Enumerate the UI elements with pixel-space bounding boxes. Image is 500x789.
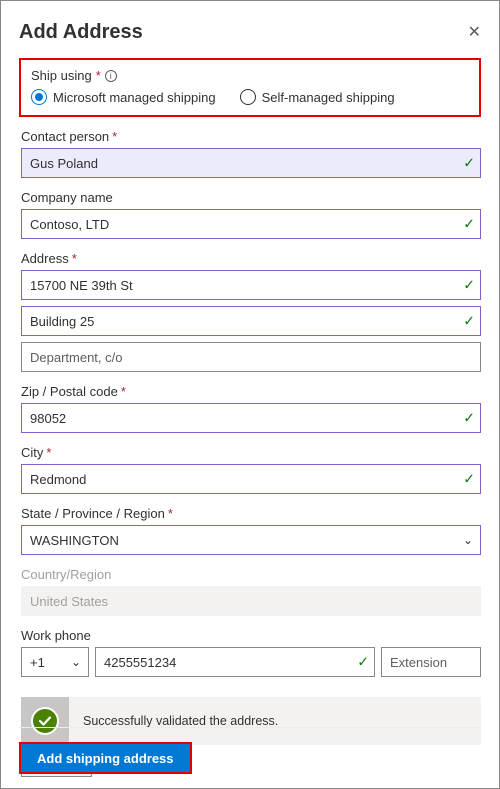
address-line1-input[interactable] [21,270,481,300]
work-phone-label: Work phone [21,628,481,643]
ship-using-label: Ship using [31,68,92,83]
close-icon[interactable]: ✕ [468,25,481,41]
panel-title: Add Address [19,21,143,44]
state-label: State / Province / Region* [21,506,481,521]
phone-extension-input[interactable] [381,647,481,677]
radio-managed-shipping[interactable]: Microsoft managed shipping [31,89,216,105]
add-address-panel: Add Address ✕ Ship using * i Microsoft m… [0,0,500,789]
contact-person-input[interactable] [21,148,481,178]
ship-using-section: Ship using * i Microsoft managed shippin… [19,58,481,117]
company-name-input[interactable] [21,209,481,239]
zip-label: Zip / Postal code* [21,384,481,399]
radio-unselected-icon [240,89,256,105]
radio-managed-label: Microsoft managed shipping [53,90,216,105]
panel-header: Add Address ✕ [19,21,481,44]
state-select[interactable] [21,525,481,555]
add-shipping-address-button[interactable]: Add shipping address [19,742,192,774]
radio-self-label: Self-managed shipping [262,90,395,105]
phone-number-input[interactable] [95,647,375,677]
city-label: City* [21,445,481,460]
country-input [21,586,481,616]
radio-selected-icon [31,89,47,105]
address-label: Address* [21,251,481,266]
city-input[interactable] [21,464,481,494]
company-name-label: Company name [21,190,481,205]
ship-using-radio-group: Microsoft managed shipping Self-managed … [31,89,469,105]
ship-using-label-row: Ship using * i [31,68,469,83]
info-icon[interactable]: i [105,70,117,82]
panel-footer: Add shipping address [19,727,481,774]
zip-input[interactable] [21,403,481,433]
phone-country-code-select[interactable] [21,647,89,677]
radio-self-managed-shipping[interactable]: Self-managed shipping [240,89,395,105]
required-asterisk: * [96,68,101,83]
contact-person-label: Contact person* [21,129,481,144]
address-line3-input[interactable] [21,342,481,372]
validation-message: Successfully validated the address. [69,714,278,728]
address-line2-input[interactable] [21,306,481,336]
country-label: Country/Region [21,567,481,582]
form-body: Contact person* ✓ Company name ✓ Address… [19,129,481,777]
